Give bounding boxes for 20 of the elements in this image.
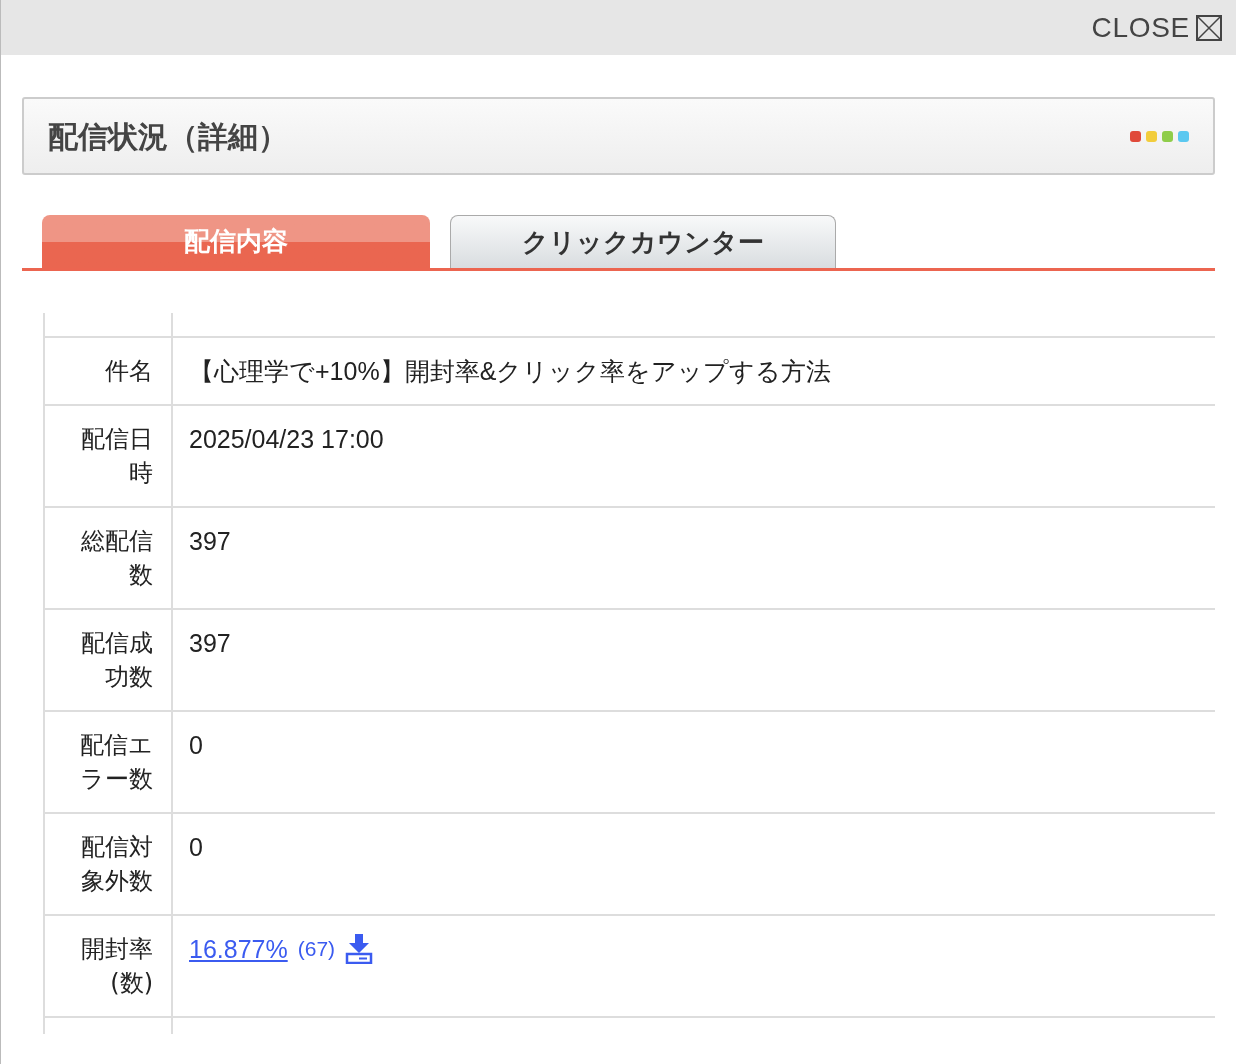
row-label: 配信エラー数 <box>80 731 153 793</box>
row-value: 397 <box>189 628 231 659</box>
tab[interactable]: クリックカウンター <box>450 215 836 268</box>
row-value: 2025/04/23 17:00 <box>189 424 384 455</box>
panel-title: 配信状況（詳細） <box>48 117 288 156</box>
row-value: 0 <box>189 832 203 863</box>
open-rate-link[interactable]: 16.877% <box>189 932 288 966</box>
row-value: 【心理学で+10%】開封率&クリック率をアップする方法 <box>189 356 832 387</box>
row-label: 配信対象外数 <box>81 833 153 895</box>
row-label: 配信成功数 <box>81 629 153 691</box>
row-value: 0 <box>189 730 203 761</box>
download-icon[interactable] <box>345 932 374 964</box>
close-button[interactable]: CLOSE <box>1091 6 1222 49</box>
row-label: 件名 <box>105 357 153 385</box>
row-label: 総配信数 <box>81 527 153 589</box>
row-label: 開封率 (数) <box>81 935 153 997</box>
row-value: 397 <box>189 526 231 557</box>
close-icon <box>1196 14 1222 41</box>
row-label: 配信日時 <box>81 425 153 487</box>
open-count: (67) <box>297 936 336 962</box>
